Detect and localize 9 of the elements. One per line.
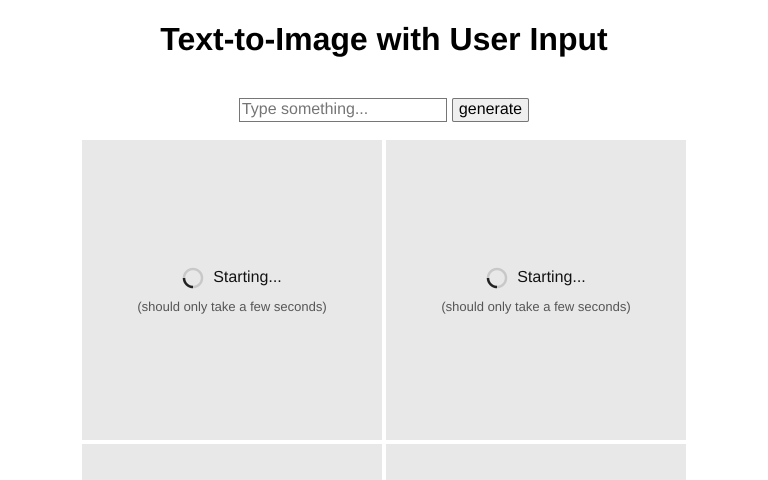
status-note: (should only take a few seconds) [441, 298, 631, 314]
spinner-icon [486, 266, 508, 288]
page-title: Text-to-Image with User Input [160, 20, 608, 58]
status-text: Starting... [213, 268, 282, 286]
status-note: (should only take a few seconds) [137, 298, 327, 314]
spinner-icon [182, 266, 204, 288]
prompt-field[interactable]: Type something... [238, 98, 447, 122]
generate-button[interactable]: generate [452, 98, 530, 122]
status-text: Starting... [517, 268, 586, 286]
